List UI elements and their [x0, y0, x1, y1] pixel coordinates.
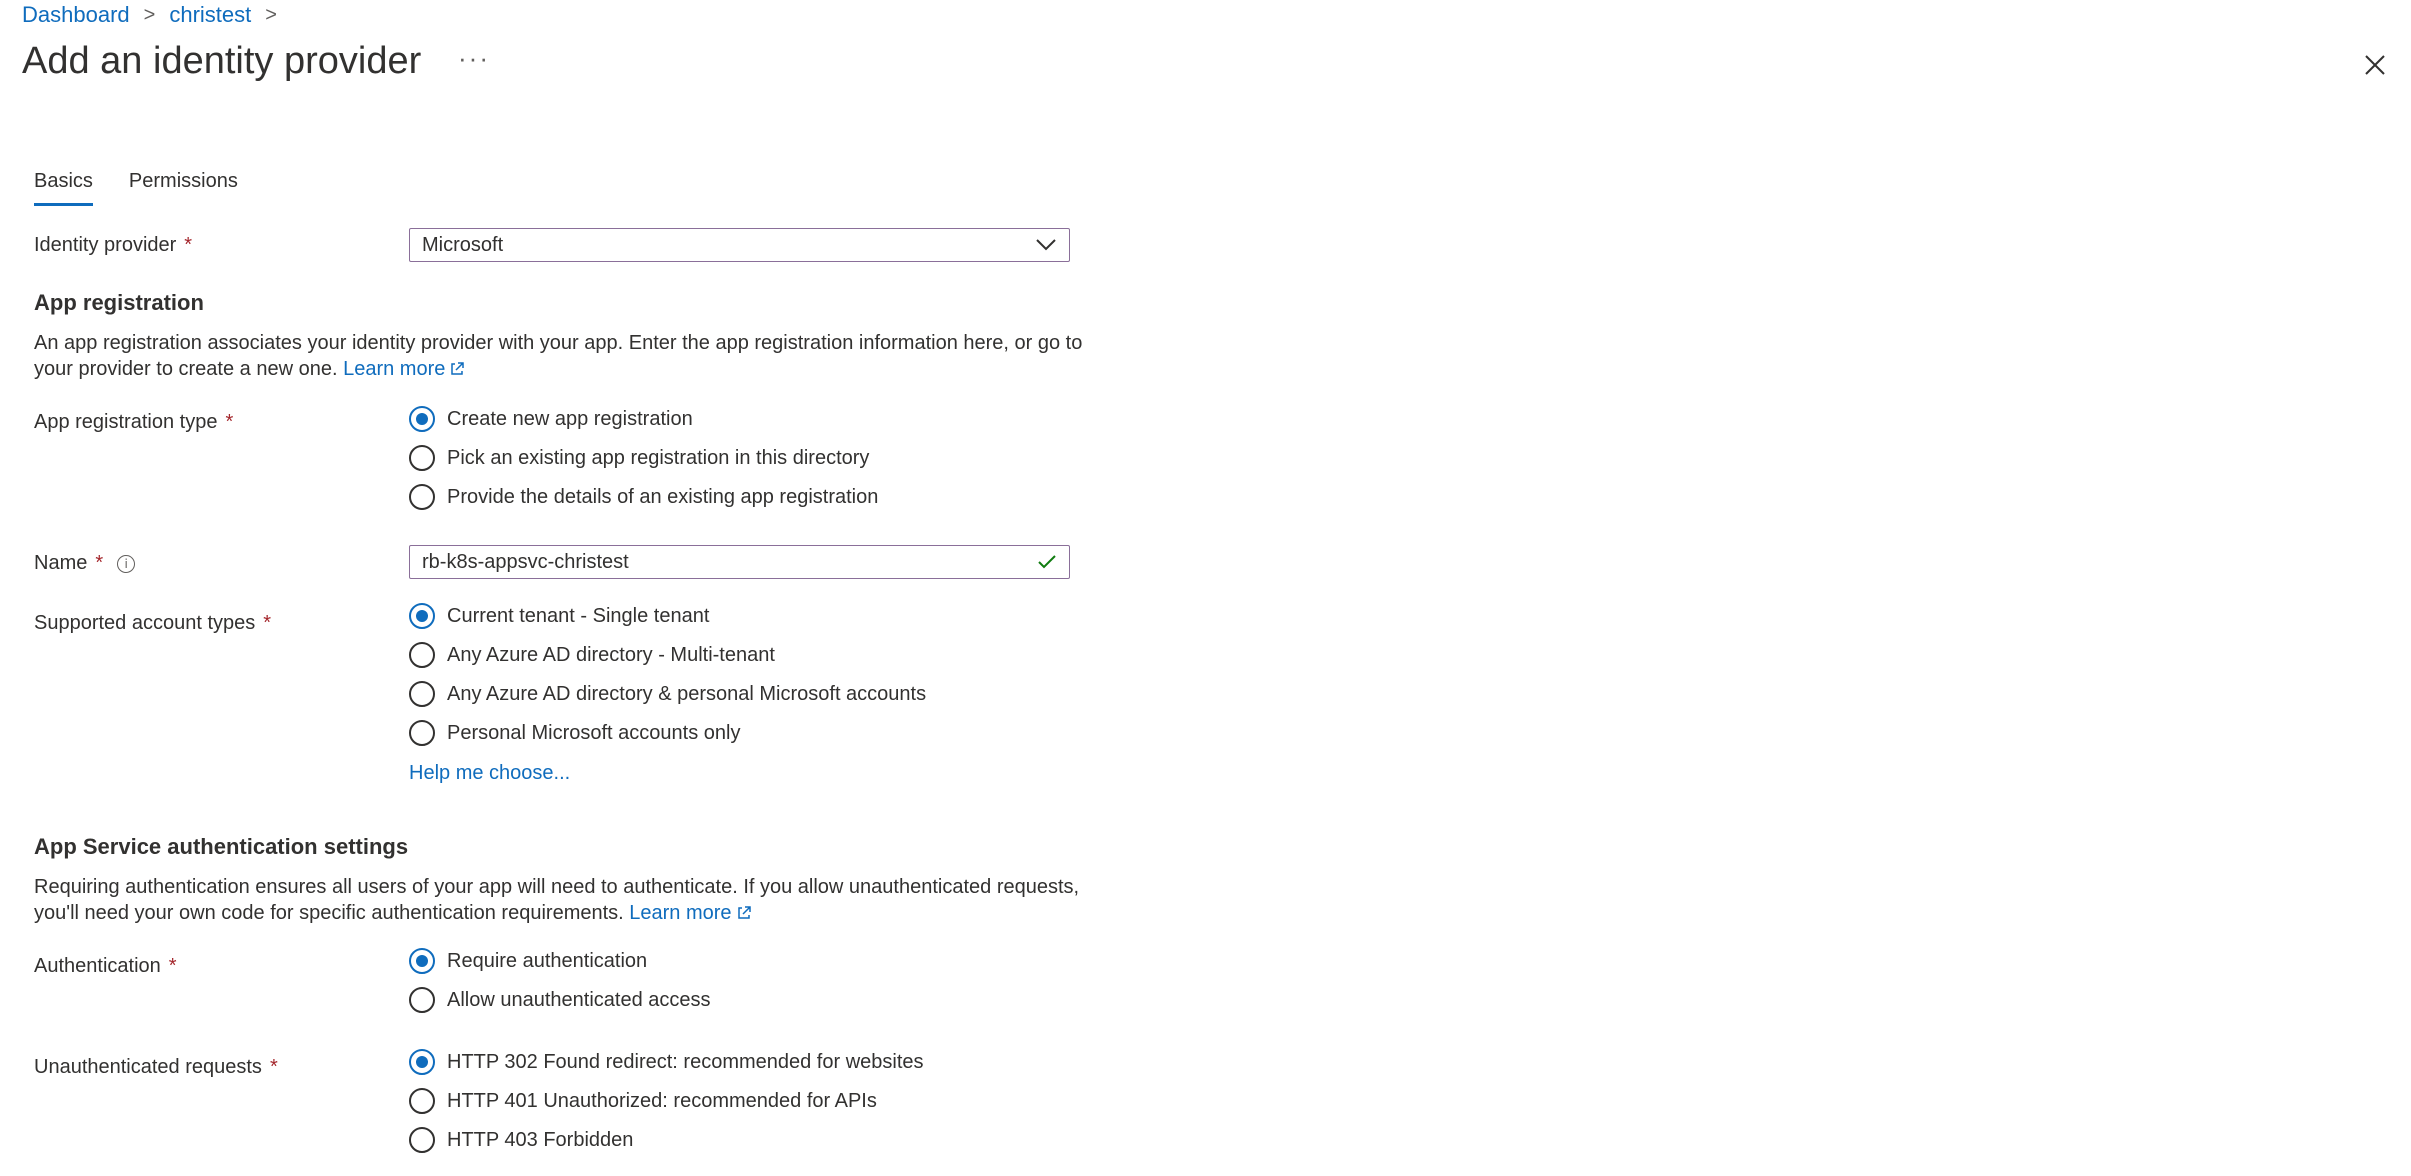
- authentication-label: Authentication *: [34, 955, 177, 977]
- identity-provider-select[interactable]: Microsoft: [409, 228, 1070, 262]
- learn-more-link[interactable]: Learn more: [629, 902, 751, 924]
- identity-provider-value: Microsoft: [422, 233, 504, 256]
- radio-http-401[interactable]: HTTP 401 Unauthorized: recommended for A…: [409, 1088, 877, 1114]
- radio-multi-tenant-personal[interactable]: Any Azure AD directory & personal Micros…: [409, 681, 926, 707]
- radio-button[interactable]: [409, 681, 435, 707]
- required-marker: *: [168, 955, 177, 977]
- radio-personal-only[interactable]: Personal Microsoft accounts only: [409, 720, 740, 746]
- account-types-label: Supported account types *: [34, 612, 272, 634]
- chevron-down-icon: [1036, 239, 1056, 251]
- help-me-choose-link[interactable]: Help me choose...: [409, 762, 570, 785]
- radio-single-tenant[interactable]: Current tenant - Single tenant: [409, 603, 709, 629]
- required-marker: *: [269, 1056, 278, 1078]
- auth-settings-description: Requiring authentication ensures all use…: [34, 876, 1080, 924]
- radio-button[interactable]: [409, 987, 435, 1013]
- breadcrumb-dashboard[interactable]: Dashboard: [22, 2, 130, 28]
- chevron-right-icon: >: [265, 3, 277, 26]
- more-options-button[interactable]: ···: [458, 45, 490, 71]
- checkmark-icon: [1038, 555, 1056, 569]
- radio-pick-existing-app-registration[interactable]: Pick an existing app registration in thi…: [409, 445, 869, 471]
- radio-require-authentication[interactable]: Require authentication: [409, 948, 647, 974]
- radio-http-302[interactable]: HTTP 302 Found redirect: recommended for…: [409, 1049, 924, 1075]
- app-registration-type-label: App registration type *: [34, 411, 234, 433]
- radio-button[interactable]: [409, 720, 435, 746]
- close-icon: [2365, 55, 2385, 75]
- radio-button-checked[interactable]: [409, 603, 435, 629]
- name-label: Name * i: [34, 552, 136, 575]
- required-marker: *: [263, 612, 272, 634]
- app-registration-description: An app registration associates your iden…: [34, 332, 1083, 380]
- breadcrumb-christest[interactable]: christest: [169, 2, 251, 28]
- external-link-icon: [737, 906, 751, 919]
- unauthenticated-requests-label: Unauthenticated requests *: [34, 1056, 278, 1078]
- tab-bar: Basics Permissions: [34, 170, 238, 206]
- name-input-field[interactable]: [409, 545, 1070, 579]
- radio-button-checked[interactable]: [409, 948, 435, 974]
- tab-permissions[interactable]: Permissions: [129, 170, 238, 206]
- info-icon[interactable]: i: [117, 554, 136, 573]
- page-title: Add an identity provider: [22, 40, 422, 82]
- radio-button[interactable]: [409, 445, 435, 471]
- auth-settings-heading: App Service authentication settings: [34, 834, 409, 859]
- required-marker: *: [184, 234, 193, 256]
- radio-button-checked[interactable]: [409, 1049, 435, 1075]
- breadcrumb: Dashboard > christest >: [22, 2, 277, 28]
- chevron-right-icon: >: [143, 3, 156, 26]
- learn-more-link[interactable]: Learn more: [343, 358, 465, 380]
- required-marker: *: [95, 552, 104, 574]
- radio-multi-tenant[interactable]: Any Azure AD directory - Multi-tenant: [409, 642, 775, 668]
- radio-http-403[interactable]: HTTP 403 Forbidden: [409, 1127, 633, 1153]
- app-registration-heading: App registration: [34, 290, 204, 315]
- external-link-icon: [451, 362, 465, 375]
- name-input[interactable]: [422, 550, 1002, 574]
- radio-button[interactable]: [409, 484, 435, 510]
- radio-button[interactable]: [409, 1088, 435, 1114]
- radio-button[interactable]: [409, 642, 435, 668]
- close-button[interactable]: [2360, 50, 2390, 80]
- tab-basics[interactable]: Basics: [34, 170, 93, 206]
- required-marker: *: [225, 411, 234, 433]
- radio-create-new-app-registration[interactable]: Create new app registration: [409, 406, 693, 432]
- radio-button-checked[interactable]: [409, 406, 435, 432]
- identity-provider-label: Identity provider *: [34, 234, 193, 256]
- radio-allow-unauthenticated[interactable]: Allow unauthenticated access: [409, 987, 711, 1013]
- radio-provide-existing-details[interactable]: Provide the details of an existing app r…: [409, 484, 878, 510]
- radio-button[interactable]: [409, 1127, 435, 1153]
